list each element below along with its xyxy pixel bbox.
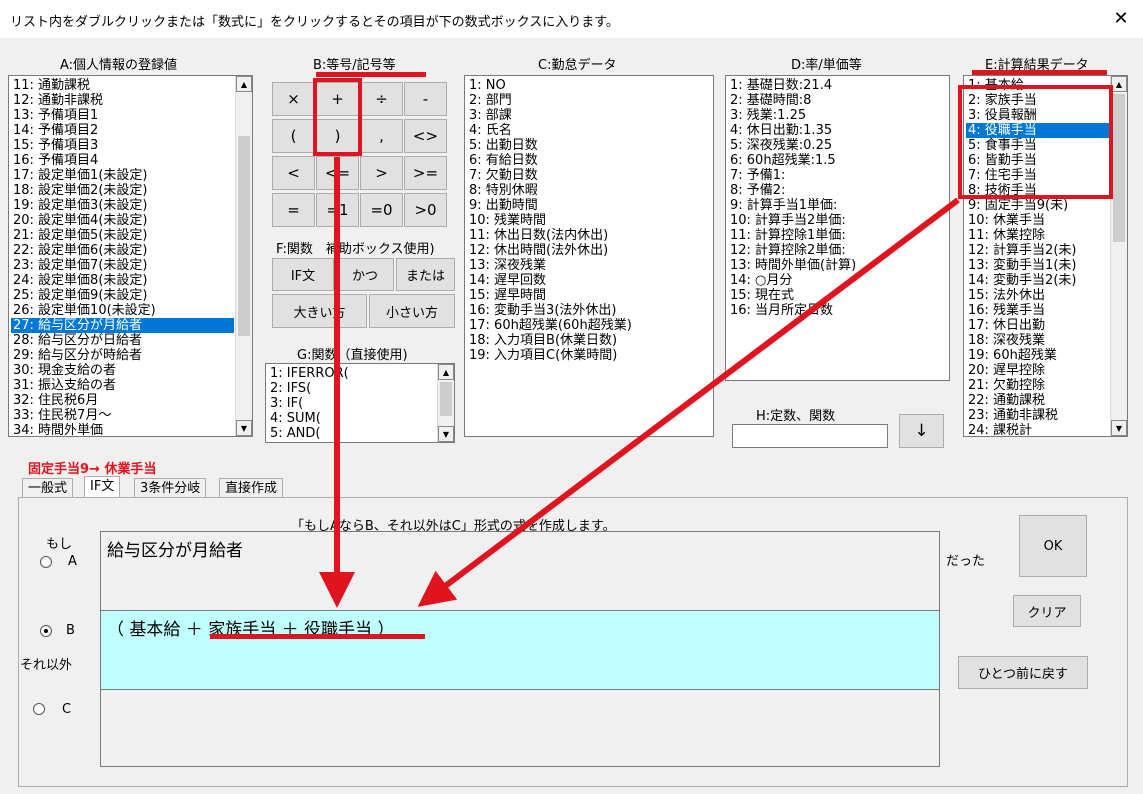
dialog-window: リスト内をダブルクリックまたは「数式に」をクリックするとその項目が下の数式ボック… (0, 0, 1143, 794)
annotation-arrows (319, 157, 960, 608)
arrow-diagonal (417, 197, 960, 607)
